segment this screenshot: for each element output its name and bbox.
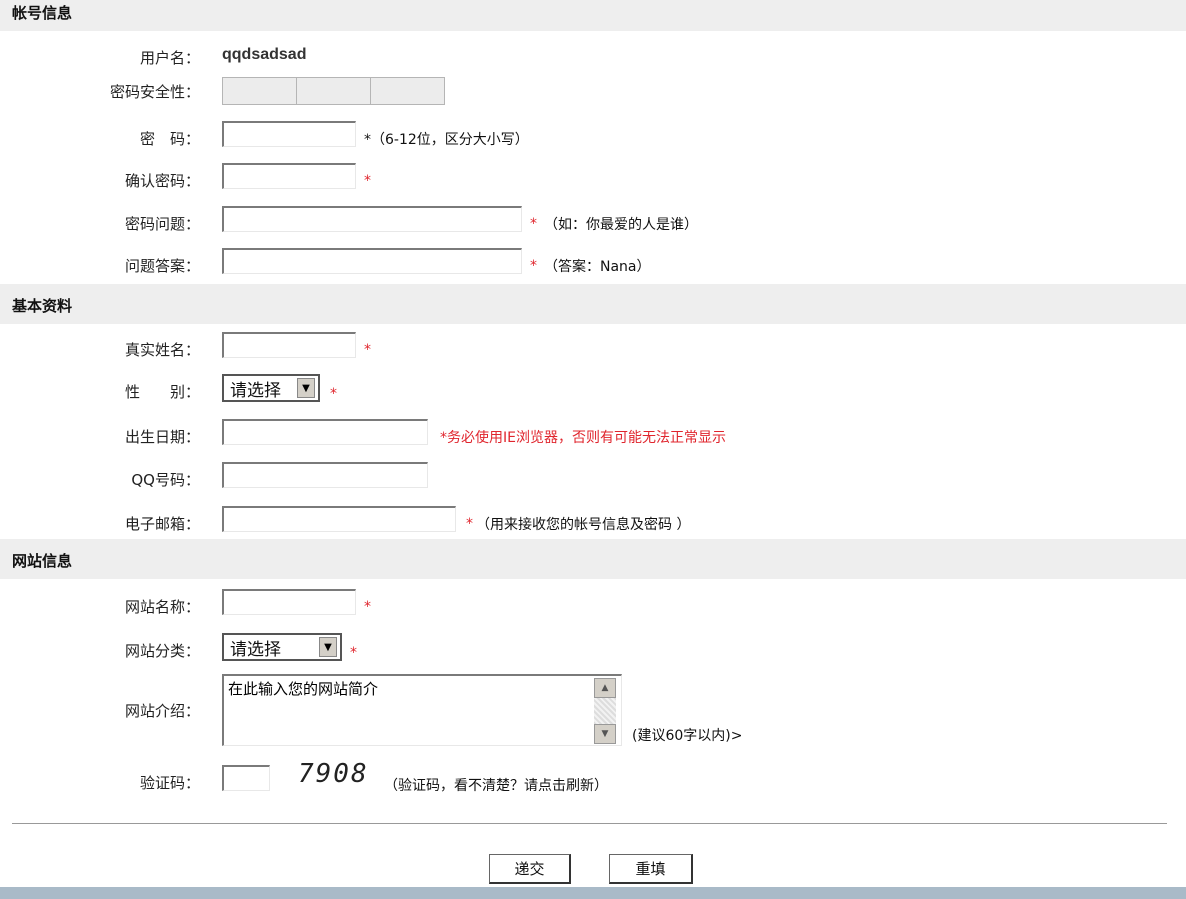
required-mark: * [466,516,473,532]
footer-bar [0,887,1186,899]
birthdate-label: 出生日期： [124,428,200,446]
birthdate-row: 出生日期： *务必使用IE浏览器，否则有可能无法正常显示 [0,417,1186,453]
realname-row: 真实姓名： * [0,330,1186,366]
question-label: 密码问题： [124,215,200,233]
captcha-image[interactable]: 7908 [298,759,369,789]
gender-row: 性 别： 请选择 ▼ * [0,372,1186,408]
gender-select[interactable]: 请选择 ▼ [222,374,320,402]
required-mark: * [530,258,537,274]
strength-segment-medium [297,78,371,104]
password-strength-row: 密码安全性： [0,77,1186,113]
answer-hint: （答案：Nana） [544,259,651,275]
section-basic-title: 基本资料 [12,297,73,315]
site-intro-scrollbar[interactable]: ▲ ▼ [594,678,616,744]
required-mark: * [364,173,371,189]
section-account-header: 帐号信息 [0,0,1186,31]
gender-label: 性 别： [124,383,200,401]
question-hint: （如：你最爱的人是谁） [544,217,698,233]
scroll-down-icon[interactable]: ▼ [594,724,616,744]
chevron-down-icon[interactable]: ▼ [319,637,337,657]
required-mark: * [364,599,371,615]
email-hint: （用来接收您的帐号信息及密码 ） [476,517,691,533]
site-intro-label: 网站介绍： [124,702,200,720]
password-strength-label: 密码安全性： [109,83,200,101]
question-row: 密码问题： * （如：你最爱的人是谁） [0,204,1186,240]
site-name-row: 网站名称： * [0,587,1186,623]
reset-button[interactable]: 重填 [609,854,693,884]
section-account-title: 帐号信息 [12,4,73,22]
realname-input[interactable] [222,332,356,358]
submit-button[interactable]: 递交 [489,854,571,884]
confirm-password-row: 确认密码： * [0,161,1186,197]
password-row: 密 码： *（6-12位，区分大小写） [0,119,1186,155]
email-label: 电子邮箱： [124,515,200,533]
username-label: 用户名： [139,49,200,67]
site-category-label: 网站分类： [124,642,200,660]
confirm-password-label: 确认密码： [124,172,200,190]
site-intro-row: 网站介绍： 在此输入您的网站简介 ▲ ▼ (建议60字以内)> [0,674,1186,748]
scroll-track[interactable] [594,698,616,724]
gender-select-value: 请选择 [230,380,281,401]
strength-segment-weak [223,78,297,104]
required-mark: * [530,216,537,232]
section-basic-header: 基本资料 [0,284,1186,324]
birthdate-input[interactable] [222,419,428,445]
password-hint: *（6-12位，区分大小写） [364,132,529,148]
required-mark: * [364,342,371,358]
password-strength-meter [222,77,445,105]
username-row: 用户名： qqdsadsad [0,38,1186,74]
section-website-title: 网站信息 [12,552,73,570]
username-value: qqdsadsad [222,46,307,63]
required-mark: * [350,645,357,661]
captcha-input[interactable] [222,765,270,791]
confirm-password-input[interactable] [222,163,356,189]
section-website-header: 网站信息 [0,539,1186,579]
site-category-select-value: 请选择 [230,639,281,660]
site-intro-textarea[interactable]: 在此输入您的网站简介 [222,674,622,746]
captcha-row: 验证码： 7908 （验证码，看不清楚？请点击刷新） [0,759,1186,799]
email-input[interactable] [222,506,456,532]
captcha-label: 验证码： [139,774,200,792]
site-name-label: 网站名称： [124,598,200,616]
answer-input[interactable] [222,248,522,274]
email-row: 电子邮箱： * （用来接收您的帐号信息及密码 ） [0,504,1186,540]
qq-row: QQ号码： [0,460,1186,496]
scroll-up-icon[interactable]: ▲ [594,678,616,698]
required-mark: * [330,386,337,402]
site-name-input[interactable] [222,589,356,615]
birthdate-hint: *务必使用IE浏览器，否则有可能无法正常显示 [440,430,726,446]
password-label: 密 码： [139,130,200,148]
answer-label: 问题答案： [124,257,200,275]
question-input[interactable] [222,206,522,232]
chevron-down-icon[interactable]: ▼ [297,378,315,398]
password-input[interactable] [222,121,356,147]
site-intro-hint: (建议60字以内)> [632,728,743,744]
site-category-select[interactable]: 请选择 ▼ [222,633,342,661]
answer-row: 问题答案： * （答案：Nana） [0,246,1186,282]
form-divider [12,823,1167,824]
site-category-row: 网站分类： 请选择 ▼ * [0,631,1186,667]
captcha-hint: （验证码，看不清楚？请点击刷新） [384,778,608,794]
realname-label: 真实姓名： [124,341,200,359]
strength-segment-strong [371,78,444,104]
qq-label: QQ号码： [131,471,200,489]
qq-input[interactable] [222,462,428,488]
